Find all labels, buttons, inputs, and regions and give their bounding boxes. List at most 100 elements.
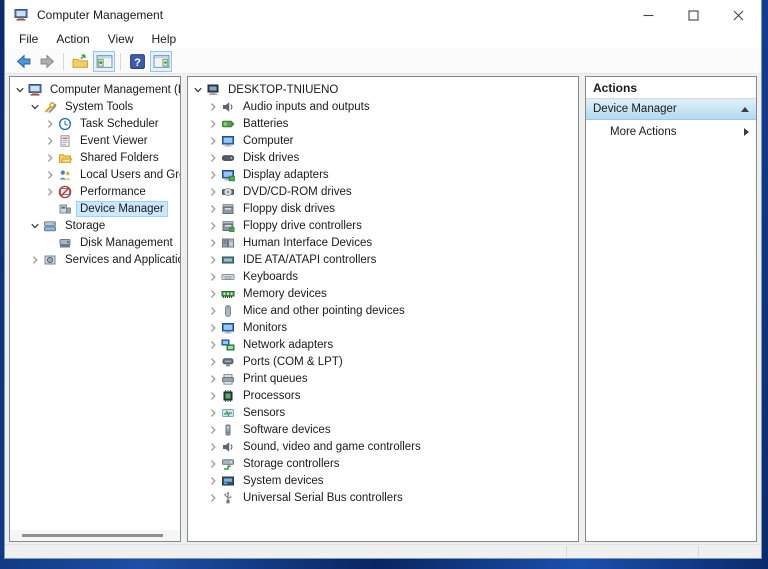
tree-item-label[interactable]: Floppy drive controllers <box>239 218 366 234</box>
chevron-right-icon[interactable] <box>206 457 220 471</box>
menu-item-action[interactable]: Action <box>47 30 98 49</box>
chevron-right-icon[interactable] <box>206 253 220 267</box>
tree-item[interactable]: Storage <box>10 217 180 234</box>
tree-item[interactable]: Shared Folders <box>10 149 180 166</box>
tree-item-label[interactable]: Print queues <box>239 371 312 387</box>
tree-item-label[interactable]: Keyboards <box>239 269 302 285</box>
menu-item-file[interactable]: File <box>10 30 47 49</box>
chevron-right-icon[interactable] <box>43 117 57 131</box>
chevron-right-icon[interactable] <box>43 168 57 182</box>
chevron-right-icon[interactable] <box>206 406 220 420</box>
tree-item[interactable]: Memory devices <box>188 285 578 302</box>
chevron-down-icon[interactable] <box>13 83 27 97</box>
tree-item-label[interactable]: Display adapters <box>239 167 333 183</box>
chevron-right-icon[interactable] <box>206 474 220 488</box>
tree-item[interactable]: Services and Applications <box>10 251 180 268</box>
tree-item-label[interactable]: Services and Applications <box>61 252 181 268</box>
chevron-right-icon[interactable] <box>43 185 57 199</box>
chevron-right-icon[interactable] <box>28 253 42 267</box>
tree-item[interactable]: Monitors <box>188 319 578 336</box>
tree-item[interactable]: Task Scheduler <box>10 115 180 132</box>
chevron-right-icon[interactable] <box>206 185 220 199</box>
export-list-icon[interactable] <box>69 51 91 72</box>
chevron-right-icon[interactable] <box>206 219 220 233</box>
chevron-right-icon[interactable] <box>206 168 220 182</box>
tree-item[interactable]: Batteries <box>188 115 578 132</box>
tree-item-label[interactable]: Disk Management <box>76 235 177 251</box>
tree-item-label[interactable]: DVD/CD-ROM drives <box>239 184 356 200</box>
tree-item[interactable]: Display adapters <box>188 166 578 183</box>
tree-item[interactable]: Disk Management <box>10 234 180 251</box>
tree-item[interactable]: Storage controllers <box>188 455 578 472</box>
tree-item[interactable]: System Tools <box>10 98 180 115</box>
tree-item-label[interactable]: Mice and other pointing devices <box>239 303 409 319</box>
tree-item[interactable]: Performance <box>10 183 180 200</box>
tree-item[interactable]: Mice and other pointing devices <box>188 302 578 319</box>
collapse-arrow-icon[interactable] <box>741 107 749 112</box>
tree-item-label[interactable]: Floppy disk drives <box>239 201 339 217</box>
tree-item-label[interactable]: System devices <box>239 473 328 489</box>
chevron-right-icon[interactable] <box>43 151 57 165</box>
chevron-right-icon[interactable] <box>206 389 220 403</box>
tree-item[interactable]: DVD/CD-ROM drives <box>188 183 578 200</box>
chevron-down-icon[interactable] <box>191 83 205 97</box>
chevron-right-icon[interactable] <box>206 440 220 454</box>
tree-item-label[interactable]: Ports (COM & LPT) <box>239 354 347 370</box>
tree-item[interactable]: Software devices <box>188 421 578 438</box>
tree-item[interactable]: Human Interface Devices <box>188 234 578 251</box>
chevron-right-icon[interactable] <box>206 355 220 369</box>
maximize-button[interactable] <box>671 0 716 30</box>
chevron-right-icon[interactable] <box>43 134 57 148</box>
chevron-down-icon[interactable] <box>28 219 42 233</box>
tree-item-label[interactable]: Memory devices <box>239 286 331 302</box>
console-tree-toggle-icon[interactable] <box>93 51 115 72</box>
tree-item-label[interactable]: DESKTOP-TNIUENO <box>224 82 342 98</box>
tree-item-label[interactable]: Disk drives <box>239 150 303 166</box>
tree-item-label[interactable]: Audio inputs and outputs <box>239 99 374 115</box>
tree-item[interactable]: Keyboards <box>188 268 578 285</box>
tree-item-label[interactable]: Storage controllers <box>239 456 344 472</box>
help-icon[interactable]: ? <box>126 51 148 72</box>
tree-item[interactable]: Floppy disk drives <box>188 200 578 217</box>
chevron-right-icon[interactable] <box>206 321 220 335</box>
tree-item-label[interactable]: Computer Management (Local <box>46 82 181 98</box>
chevron-right-icon[interactable] <box>206 372 220 386</box>
tree-item[interactable]: Floppy drive controllers <box>188 217 578 234</box>
tree-item[interactable]: Processors <box>188 387 578 404</box>
tree-item-label[interactable]: IDE ATA/ATAPI controllers <box>239 252 380 268</box>
tree-item[interactable]: Event Viewer <box>10 132 180 149</box>
chevron-right-icon[interactable] <box>206 287 220 301</box>
tree-item[interactable]: System devices <box>188 472 578 489</box>
tree-item[interactable]: Disk drives <box>188 149 578 166</box>
tree-item-label[interactable]: Monitors <box>239 320 291 336</box>
tree-item[interactable]: Local Users and Groups <box>10 166 180 183</box>
actions-section-device-manager[interactable]: Device Manager <box>586 99 756 120</box>
chevron-down-icon[interactable] <box>28 100 42 114</box>
tree-item[interactable]: Network adapters <box>188 336 578 353</box>
chevron-right-icon[interactable] <box>206 491 220 505</box>
tree-item-label[interactable]: Sound, video and game controllers <box>239 439 425 455</box>
chevron-right-icon[interactable] <box>206 117 220 131</box>
tree-item-label[interactable]: Device Manager <box>76 201 168 217</box>
forward-icon[interactable] <box>36 51 58 72</box>
tree-item-label[interactable]: Batteries <box>239 116 292 132</box>
chevron-right-icon[interactable] <box>206 236 220 250</box>
chevron-right-icon[interactable] <box>206 304 220 318</box>
close-button[interactable] <box>716 0 761 30</box>
menu-item-view[interactable]: View <box>99 30 143 49</box>
tree-item[interactable]: IDE ATA/ATAPI controllers <box>188 251 578 268</box>
chevron-right-icon[interactable] <box>206 423 220 437</box>
tree-item-label[interactable]: Network adapters <box>239 337 337 353</box>
tree-item[interactable]: Sensors <box>188 404 578 421</box>
submenu-arrow-icon[interactable] <box>744 128 749 136</box>
tree-item-label[interactable]: Software devices <box>239 422 335 438</box>
tree-item[interactable]: DESKTOP-TNIUENO <box>188 81 578 98</box>
chevron-right-icon[interactable] <box>206 202 220 216</box>
tree-item-label[interactable]: Computer <box>239 133 298 149</box>
chevron-right-icon[interactable] <box>206 151 220 165</box>
chevron-right-icon[interactable] <box>206 338 220 352</box>
scrollbar-thumb[interactable] <box>22 534 163 537</box>
tree-item-label[interactable]: Event Viewer <box>76 133 152 149</box>
actions-item-more-actions[interactable]: More Actions <box>586 120 756 143</box>
chevron-right-icon[interactable] <box>206 100 220 114</box>
